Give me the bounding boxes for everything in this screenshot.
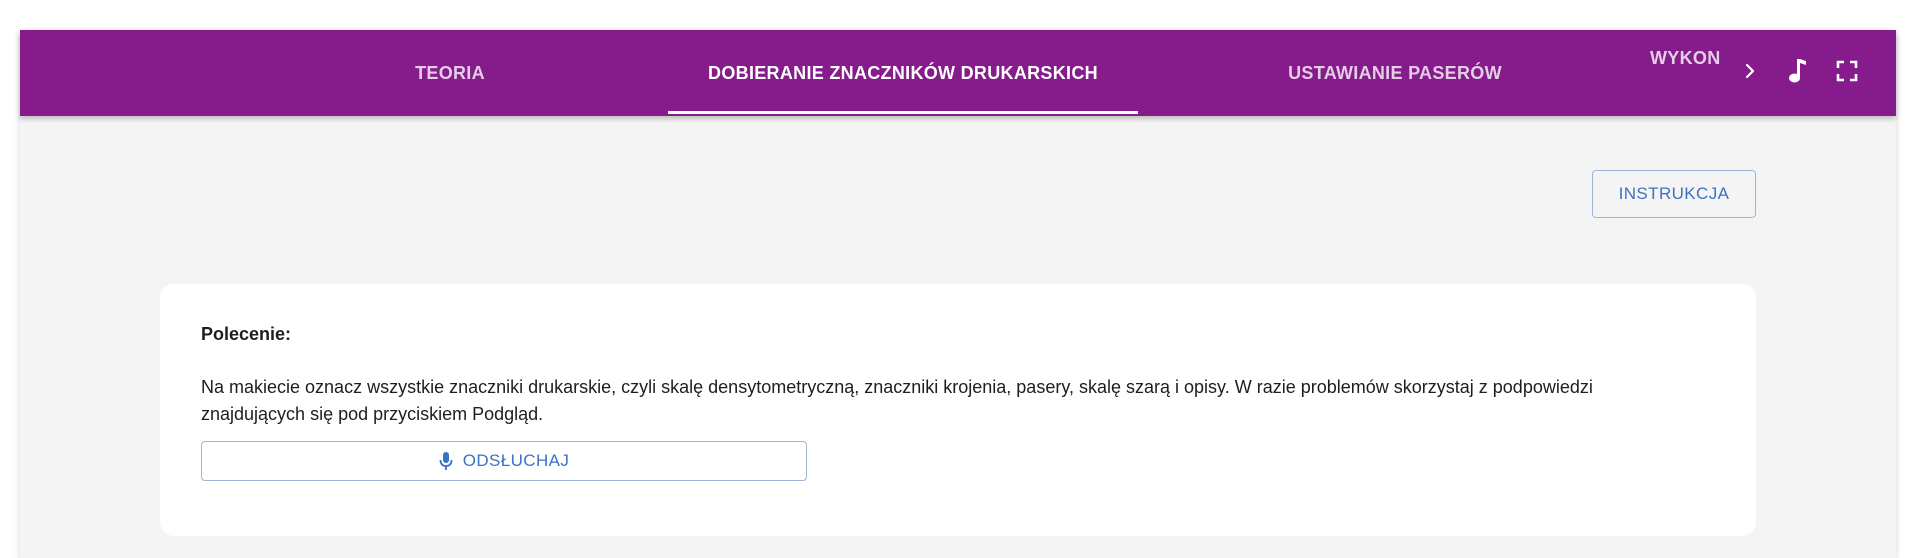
tab-dobieranie-znacznikow[interactable]: DOBIERANIE ZNACZNIKÓW DRUKARSKICH <box>668 30 1138 116</box>
task-title: Polecenie: <box>201 324 292 344</box>
tab-teoria[interactable]: TEORIA <box>350 30 550 116</box>
tab-wykonywanie[interactable]: WYKONYWANIE <box>1650 30 1720 116</box>
tab-list: TEORIA DOBIERANIE ZNACZNIKÓW DRUKARSKICH… <box>20 30 1720 116</box>
listen-button-label: ODSŁUCHAJ <box>462 451 570 470</box>
listen-button[interactable]: ODSŁUCHAJ <box>201 441 807 481</box>
task-card: Polecenie: Na makiecie oznacz wszystkie … <box>160 284 1756 536</box>
microphone-icon <box>439 451 453 471</box>
tab-label: USTAWIANIE PASERÓW <box>1288 62 1502 83</box>
chevron-right-icon <box>1743 62 1757 85</box>
active-tab-indicator <box>668 111 1138 114</box>
fullscreen-icon <box>1836 60 1858 87</box>
instruction-button[interactable]: INSTRUKCJA <box>1592 170 1756 218</box>
top-navigation-bar: TEORIA DOBIERANIE ZNACZNIKÓW DRUKARSKICH… <box>20 30 1896 116</box>
tabs-scroll-right-button[interactable] <box>1735 30 1765 116</box>
tab-ustawianie-paserow[interactable]: USTAWIANIE PASERÓW <box>1230 30 1560 116</box>
music-toggle-button[interactable] <box>1775 30 1819 116</box>
app-window: TEORIA DOBIERANIE ZNACZNIKÓW DRUKARSKICH… <box>20 30 1896 558</box>
tab-label: DOBIERANIE ZNACZNIKÓW DRUKARSKICH <box>708 62 1098 83</box>
tab-label: TEORIA <box>415 62 485 83</box>
task-description: Na makiecie oznacz wszystkie znaczniki d… <box>201 377 1593 424</box>
tab-label: WYKONYWANIE <box>1650 48 1720 68</box>
music-note-icon <box>1786 57 1808 90</box>
fullscreen-button[interactable] <box>1825 30 1869 116</box>
